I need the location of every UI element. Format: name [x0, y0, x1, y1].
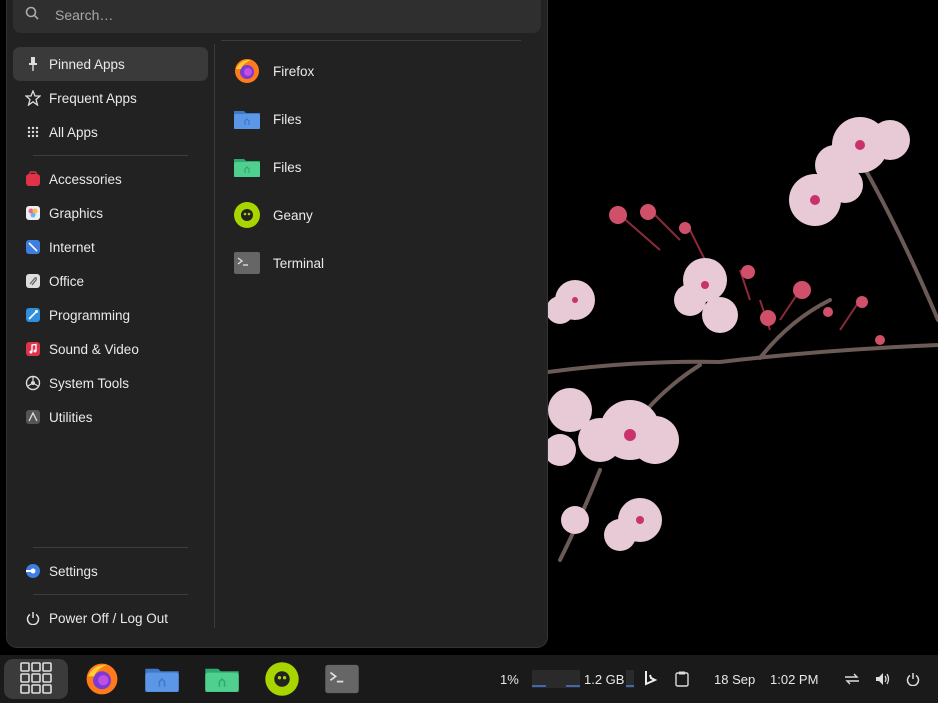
category-all-apps[interactable]: All Apps: [13, 115, 208, 149]
category-label: All Apps: [49, 124, 98, 140]
taskbar: 1% 1.2 GB 18 Sep 1:02 PM: [0, 655, 938, 703]
settings-icon: [25, 563, 41, 579]
taskbar-terminal-icon[interactable]: [323, 661, 359, 697]
search-bar[interactable]: [13, 0, 541, 33]
category-label: Office: [49, 273, 85, 289]
settings-button[interactable]: Settings: [13, 554, 208, 588]
divider: [214, 44, 215, 628]
office-icon: [25, 273, 41, 289]
programming-icon: [25, 307, 41, 323]
category-programming[interactable]: Programming: [13, 298, 208, 332]
search-input[interactable]: [53, 3, 517, 27]
sound-video-icon: [25, 341, 41, 357]
app-label: Firefox: [273, 63, 315, 79]
accessories-icon: [25, 171, 41, 187]
graphics-icon: [25, 205, 41, 221]
apps-grid-icon: [20, 661, 52, 697]
geany-icon: [233, 201, 261, 229]
category-sound-video[interactable]: Sound & Video: [13, 332, 208, 366]
memory-usage[interactable]: 1.2 GB: [584, 655, 624, 703]
category-label: Graphics: [49, 205, 104, 221]
menu-bottom-actions: Settings Power Off / Log Out: [13, 547, 208, 635]
app-terminal[interactable]: Terminal: [229, 239, 529, 287]
category-frequent-apps[interactable]: Frequent Apps: [13, 81, 208, 115]
power-icon[interactable]: [906, 655, 920, 703]
time-label[interactable]: 1:02 PM: [770, 655, 818, 703]
utilities-icon: [25, 409, 41, 425]
files-blue-icon: [233, 105, 261, 133]
power-off-button[interactable]: Power Off / Log Out: [13, 601, 208, 635]
app-label: Terminal: [273, 255, 325, 271]
clipboard-icon[interactable]: [675, 655, 689, 703]
volume-icon[interactable]: [875, 655, 891, 703]
category-label: Accessories: [49, 171, 122, 187]
pinned-apps-list: Firefox Files Files Geany Terminal: [229, 47, 529, 287]
network-icon[interactable]: [844, 655, 860, 703]
app-files-green[interactable]: Files: [229, 143, 529, 191]
cpu-usage[interactable]: 1%: [500, 655, 519, 703]
pin-icon: [25, 56, 41, 72]
category-label: Pinned Apps: [49, 56, 125, 72]
firefox-icon: [233, 57, 261, 85]
category-pinned-apps[interactable]: Pinned Apps: [13, 47, 208, 81]
category-accessories[interactable]: Accessories: [13, 162, 208, 196]
category-office[interactable]: Office: [13, 264, 208, 298]
category-graphics[interactable]: Graphics: [13, 196, 208, 230]
taskbar-files-green-icon[interactable]: [203, 661, 239, 697]
files-green-icon: [233, 153, 261, 181]
category-label: Internet: [49, 239, 95, 255]
category-label: Frequent Apps: [49, 90, 137, 106]
taskbar-firefox-icon[interactable]: [84, 661, 120, 697]
app-label: Files: [273, 159, 302, 175]
category-utilities[interactable]: Utilities: [13, 400, 208, 434]
memory-graph[interactable]: [626, 655, 634, 703]
terminal-icon: [233, 249, 261, 277]
internet-icon: [25, 239, 41, 255]
app-firefox[interactable]: Firefox: [229, 47, 529, 95]
category-label: Sound & Video: [49, 341, 139, 357]
power-icon: [25, 610, 41, 626]
app-launcher-button[interactable]: [4, 659, 68, 699]
app-geany[interactable]: Geany: [229, 191, 529, 239]
application-menu: Pinned Apps Frequent Apps All Apps: [7, 0, 547, 647]
app-files-home[interactable]: Files: [229, 95, 529, 143]
category-system-tools[interactable]: System Tools: [13, 366, 208, 400]
settings-label: Settings: [49, 563, 98, 579]
system-tools-icon: [25, 375, 41, 391]
app-label: Files: [273, 111, 302, 127]
category-internet[interactable]: Internet: [13, 230, 208, 264]
star-icon: [25, 90, 41, 106]
category-label: System Tools: [49, 375, 130, 391]
grid-icon: [25, 124, 41, 140]
power-label: Power Off / Log Out: [49, 610, 169, 626]
app-label: Geany: [273, 207, 313, 223]
taskbar-files-blue-icon[interactable]: [143, 661, 179, 697]
category-label: Programming: [49, 307, 131, 323]
search-icon: [25, 6, 39, 23]
category-list: Pinned Apps Frequent Apps All Apps Acces…: [13, 47, 208, 434]
category-label: Utilities: [49, 409, 93, 425]
cpu-graph[interactable]: [532, 655, 580, 703]
taskbar-geany-icon[interactable]: [264, 661, 300, 697]
bing-icon[interactable]: [644, 655, 658, 703]
date-label[interactable]: 18 Sep: [714, 655, 755, 703]
divider: [221, 40, 521, 41]
